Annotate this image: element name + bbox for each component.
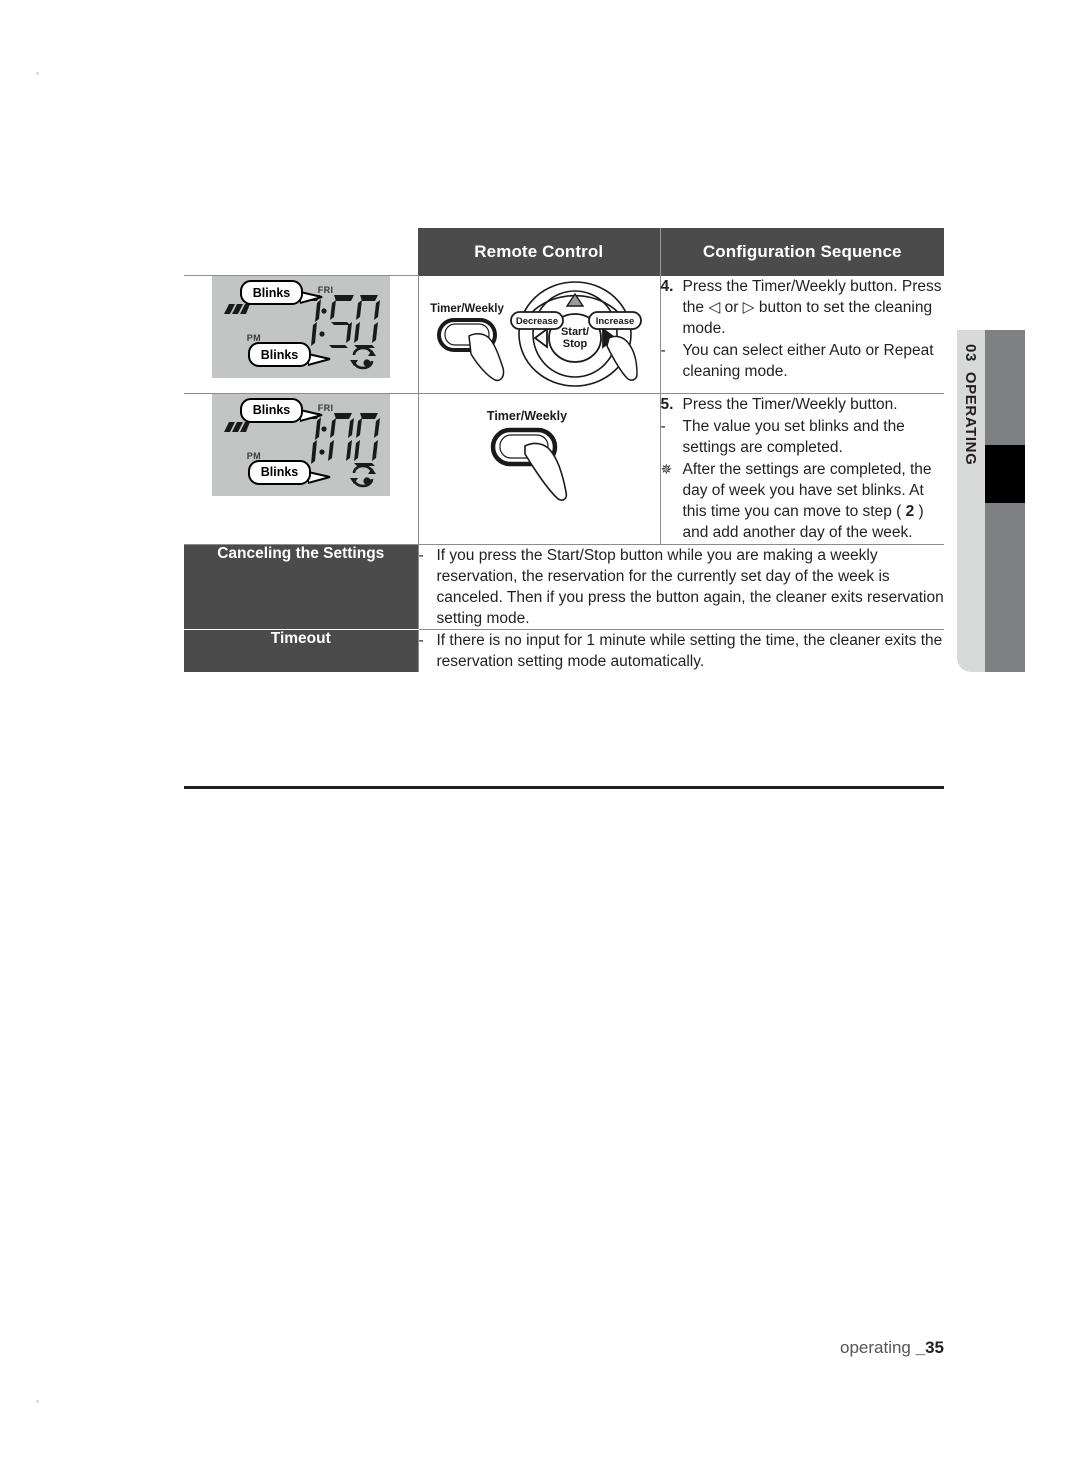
step-marker: 4. — [660, 277, 674, 295]
remote-illustration-cell-step5: Timer/Weekly — [417, 393, 660, 545]
list-item: - If there is no input for 1 minute whil… — [419, 630, 945, 672]
table-header-blank — [184, 228, 418, 276]
registration-mark-top-left — [36, 72, 39, 75]
repeat-icon — [349, 464, 376, 487]
table-header-remote-control: Remote Control — [418, 228, 660, 276]
list-item: - The value you set blinks and the setti… — [661, 416, 945, 458]
svg-text:Decrease: Decrease — [516, 316, 558, 327]
note-cell-timeout: - If there is no input for 1 minute whil… — [417, 629, 945, 672]
list-item: ✵ After the settings are completed, the … — [661, 459, 945, 543]
footer-section-label: operating — [840, 1338, 911, 1357]
repeat-icon — [349, 346, 376, 370]
blinks-callout-bottom: Blinks — [247, 459, 312, 485]
note-text: If there is no input for 1 minute while … — [436, 631, 943, 670]
step-text-before: After the settings are completed, the da… — [682, 460, 932, 520]
step-marker: ✵ — [660, 460, 673, 477]
step-marker: 5. — [660, 395, 674, 413]
configuration-sequence-cell-step4: 4. Press the Timer/Weekly button. Press … — [659, 275, 945, 394]
table-row: Canceling the Settings - If you press th… — [184, 544, 945, 630]
note-marker: - — [418, 631, 424, 649]
table-row: PM FRI — [184, 275, 945, 394]
step-text: The value you set blinks and the setting… — [682, 417, 905, 456]
footer-page-number: _35 — [915, 1338, 944, 1357]
bubble-tail-top — [299, 290, 323, 305]
configuration-sequence-cell-step5: 5. Press the Timer/Weekly button. - The … — [659, 393, 945, 545]
step-text: Press the Timer/Weekly button. Press the… — [682, 277, 942, 337]
row-label-timeout: Timeout — [184, 629, 418, 672]
registration-mark-bottom-left — [36, 1400, 39, 1403]
svg-text:Start/: Start/ — [561, 326, 589, 338]
step-marker: - — [660, 341, 666, 359]
step-text: You can select either Auto or Repeat cle… — [682, 341, 934, 380]
table-row: PM FRI — [184, 393, 945, 545]
table-bottom-rule — [184, 786, 944, 789]
lcd-display-cell-step4: PM FRI Blinks Blinks — [184, 275, 418, 394]
lcd-display: PM FRI Blinks Blinks — [211, 276, 390, 378]
svg-text:Stop: Stop — [563, 338, 588, 350]
table-row: Timeout - If there is no input for 1 min… — [184, 629, 944, 672]
chapter-tab-marker-block — [985, 445, 1025, 503]
battery-icon — [223, 421, 250, 432]
remote-control-dpad-illustration: Start/ Stop Timer/Weekly Decrease Increa… — [430, 280, 642, 387]
bubble-tail-top — [299, 408, 323, 422]
table-header-configuration-sequence: Configuration Sequence — [659, 228, 944, 276]
battery-icon — [223, 304, 250, 314]
chapter-tab-text: 03 OPERATING — [957, 330, 985, 672]
timer-weekly-button-illustration: Timer/Weekly — [487, 409, 568, 501]
row-label-canceling-the-settings: Canceling the Settings — [184, 544, 418, 630]
svg-text:Timer/Weekly: Timer/Weekly — [430, 303, 504, 315]
table-header-row: Remote Control Configuration Sequence — [184, 228, 944, 276]
step-text: Press the Timer/Weekly button. — [682, 395, 898, 413]
chapter-number: 03 — [962, 344, 980, 362]
list-item: - If you press the Start/Stop button whi… — [419, 545, 945, 629]
step-reference-number: 2 — [905, 502, 915, 520]
list-item: 4. Press the Timer/Weekly button. Press … — [661, 276, 945, 339]
page-footer: operating _35 — [0, 1338, 944, 1358]
svg-text:Timer/Weekly: Timer/Weekly — [487, 409, 567, 423]
blinks-callout-top: Blinks — [239, 280, 304, 305]
lcd-display-cell-step5: PM FRI Blinks Blinks — [184, 393, 418, 545]
svg-text:Increase: Increase — [596, 316, 635, 327]
bubble-tail-bottom — [307, 352, 331, 367]
chapter-label: OPERATING — [962, 371, 980, 466]
weekly-reservation-table: Remote Control Configuration Sequence PM… — [184, 228, 944, 672]
lcd-display: PM FRI Blinks Blinks — [211, 393, 390, 496]
note-marker: - — [418, 546, 424, 564]
step-marker: - — [660, 417, 666, 435]
step-list-5: 5. Press the Timer/Weekly button. - The … — [661, 394, 945, 543]
note-cell-canceling-the-settings: - If you press the Start/Stop button whi… — [417, 544, 945, 630]
blinks-callout-bottom: Blinks — [247, 342, 312, 367]
blinks-callout-top: Blinks — [239, 397, 304, 423]
remote-illustration-cell-step4: Start/ Stop Timer/Weekly Decrease Increa… — [417, 275, 660, 394]
step-text: After the settings are completed, the da… — [683, 459, 945, 543]
step-list-4: 4. Press the Timer/Weekly button. Press … — [661, 276, 945, 382]
bubble-tail-bottom — [307, 470, 331, 484]
note-text: If you press the Start/Stop button while… — [436, 546, 944, 627]
list-item: 5. Press the Timer/Weekly button. — [661, 394, 945, 415]
list-item: - You can select either Auto or Repeat c… — [661, 340, 945, 382]
chapter-index-tab: 03 OPERATING — [957, 330, 1025, 672]
